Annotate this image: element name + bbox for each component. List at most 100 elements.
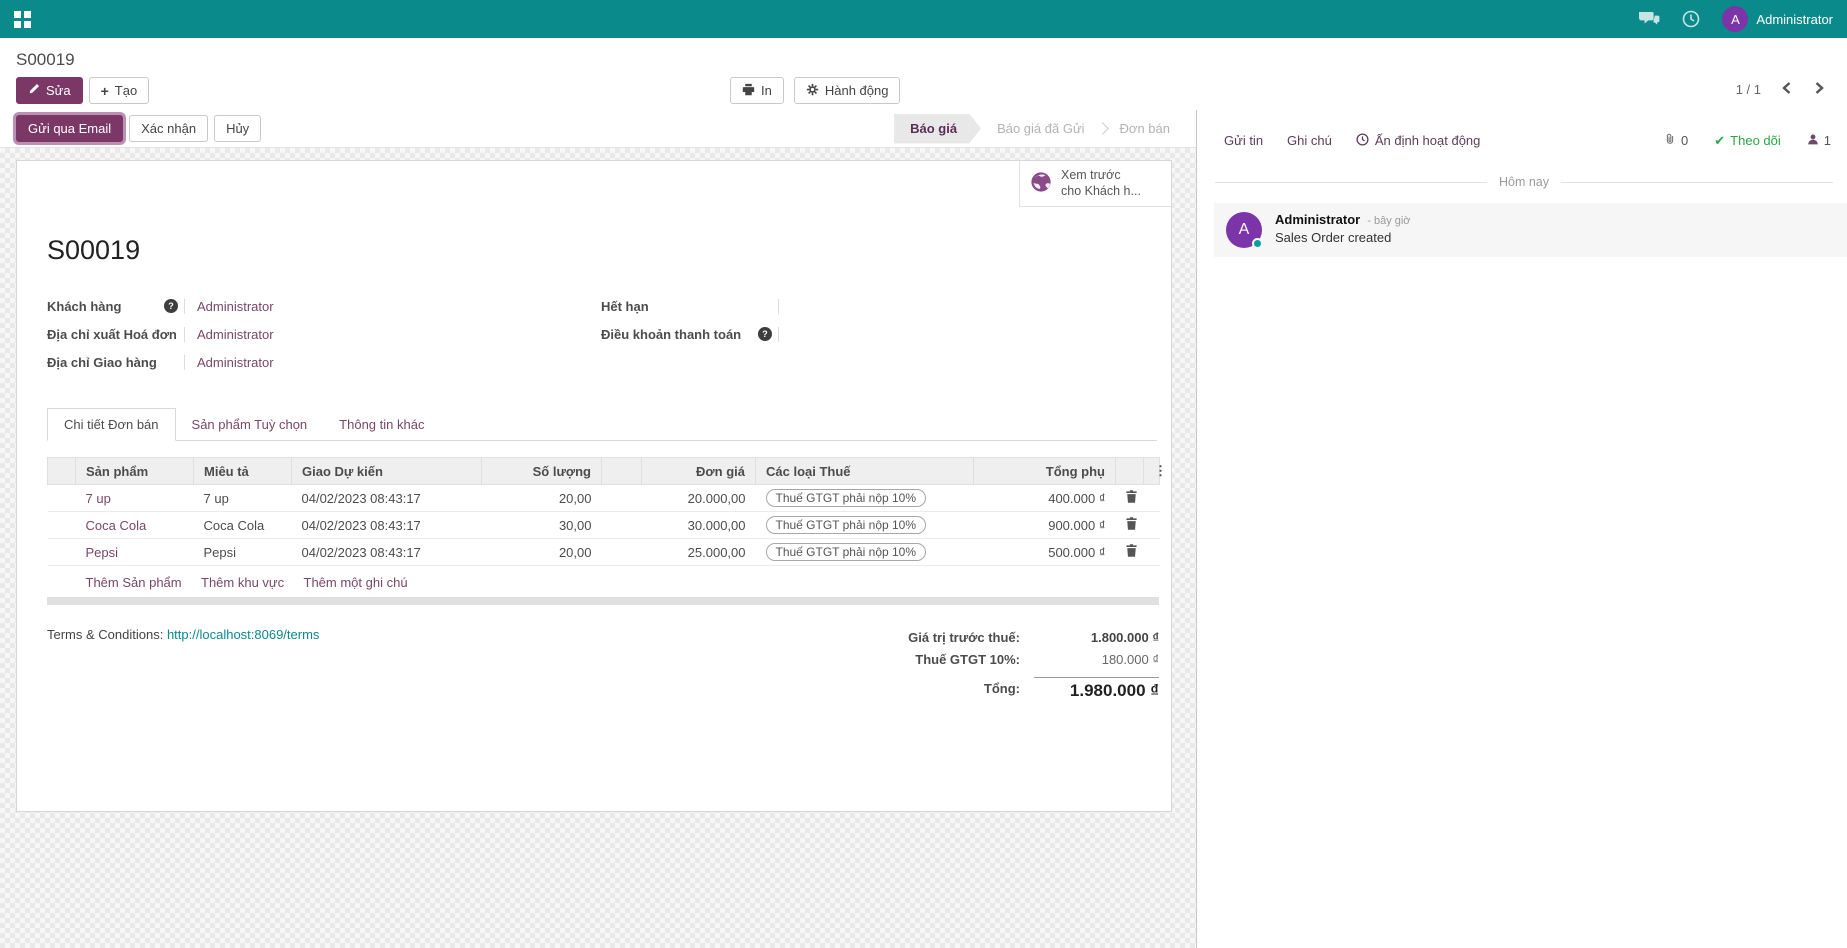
print-button[interactable]: In xyxy=(730,77,784,104)
activity-clock-icon xyxy=(1356,133,1369,149)
tab-optional-products[interactable]: Sản phẩm Tuỳ chọn xyxy=(176,409,324,440)
stage-pipeline: Báo giá Báo giá đã Gửi Đơn bán xyxy=(894,114,1186,144)
stage-quotation[interactable]: Báo giá xyxy=(894,114,981,144)
tax-badge: Thuế GTGT phải nộp 10% xyxy=(766,489,927,507)
odoo-sales-order-screen: A Administrator S00019 Sửa + Tạo In xyxy=(0,0,1847,948)
tax-badge: Thuế GTGT phải nộp 10% xyxy=(766,516,927,534)
chatter-panel: Gửi tin Ghi chú Ấn định hoạt động 0 ✔ Th… xyxy=(1196,110,1847,948)
product-link[interactable]: Pepsi xyxy=(86,545,119,560)
send-message-button[interactable]: Gửi tin xyxy=(1224,133,1263,148)
stage-quotation-sent[interactable]: Báo giá đã Gửi xyxy=(981,114,1100,144)
paperclip-icon xyxy=(1664,132,1676,149)
action-button[interactable]: Hành động xyxy=(794,77,901,104)
add-product-link[interactable]: Thêm Sản phẩm xyxy=(86,575,182,590)
pager-previous-icon[interactable] xyxy=(1781,81,1792,98)
edit-button[interactable]: Sửa xyxy=(16,77,83,104)
invoice-address-link[interactable]: Administrator xyxy=(185,327,274,342)
pager-next-icon[interactable] xyxy=(1814,81,1825,98)
order-line-row[interactable]: Coca Cola Coca Cola 04/02/2023 08:43:17 … xyxy=(48,512,1160,539)
product-link[interactable]: Coca Cola xyxy=(86,518,147,533)
create-button[interactable]: + Tạo xyxy=(89,77,150,104)
add-section-link[interactable]: Thêm khu vực xyxy=(201,575,284,590)
total-label: Tổng: xyxy=(829,681,1034,696)
avatar-initial: A xyxy=(1731,12,1740,27)
user-avatar: A xyxy=(1722,6,1748,32)
message-author: Administrator xyxy=(1275,212,1360,227)
tab-order-lines[interactable]: Chi tiết Đơn bán xyxy=(47,408,176,441)
field-delivery-address: Địa chỉ Giao hàng Administrator xyxy=(47,348,601,376)
globe-icon xyxy=(1030,171,1052,196)
tab-other-info[interactable]: Thông tin khác xyxy=(323,409,440,440)
cancel-button[interactable]: Hủy xyxy=(214,115,261,142)
help-icon: ? xyxy=(758,327,772,341)
order-line-row[interactable]: 7 up 7 up 04/02/2023 08:43:17 20,00 20.0… xyxy=(48,485,1160,512)
statusbar: Gửi qua Email Xác nhận Hủy Báo giá Báo g… xyxy=(0,110,1196,148)
order-title: S00019 xyxy=(47,235,1157,266)
notebook-tabs: Chi tiết Đơn bán Sản phẩm Tuỳ chọn Thông… xyxy=(47,408,1157,441)
col-taxes: Các loại Thuế xyxy=(756,458,974,485)
form-background: Xem trước cho Khách h... S00019 Khách hà… xyxy=(0,148,1196,948)
log-note-button[interactable]: Ghi chú xyxy=(1287,133,1332,148)
col-uom xyxy=(602,458,642,485)
send-by-email-button[interactable]: Gửi qua Email xyxy=(16,115,123,142)
delete-line-icon[interactable] xyxy=(1116,539,1144,566)
add-note-link[interactable]: Thêm một ghi chú xyxy=(304,575,408,590)
delivery-address-link[interactable]: Administrator xyxy=(185,355,274,370)
order-line-row[interactable]: Pepsi Pepsi 04/02/2023 08:43:17 20,00 25… xyxy=(48,539,1160,566)
optional-columns-icon[interactable]: ⋮ xyxy=(1144,458,1160,485)
terms-link[interactable]: http://localhost:8069/terms xyxy=(167,627,319,642)
schedule-activity-button[interactable]: Ấn định hoạt động xyxy=(1356,133,1481,149)
message-body: Sales Order created xyxy=(1275,230,1411,245)
product-link[interactable]: 7 up xyxy=(86,491,111,506)
tax-amount-label: Thuế GTGT 10%: xyxy=(829,652,1034,667)
plus-icon: + xyxy=(101,84,109,98)
user-name: Administrator xyxy=(1756,12,1833,27)
breadcrumb: S00019 xyxy=(16,50,75,70)
customer-link[interactable]: Administrator xyxy=(185,299,274,314)
col-product: Sản phẩm xyxy=(76,458,194,485)
col-qty: Số lượng xyxy=(482,458,602,485)
date-divider: Hôm nay xyxy=(1215,175,1833,189)
pencil-icon xyxy=(28,83,40,98)
field-payment-terms: Điều khoản thanh toán? xyxy=(601,320,1157,348)
help-icon: ? xyxy=(164,299,178,313)
message-time: - bây giờ xyxy=(1367,215,1410,227)
terms-and-conditions: Terms & Conditions: http://localhost:806… xyxy=(47,627,319,704)
stage-sales-order[interactable]: Đơn bán xyxy=(1104,114,1186,144)
apps-menu-icon[interactable] xyxy=(14,11,31,28)
delete-line-icon[interactable] xyxy=(1116,485,1144,512)
table-horizontal-scrollbar[interactable] xyxy=(47,597,1159,605)
pager-value[interactable]: 1 / 1 xyxy=(1736,82,1761,97)
customer-preview-button[interactable]: Xem trước cho Khách h... xyxy=(1019,161,1171,207)
col-subtotal: Tổng phụ xyxy=(974,458,1116,485)
confirm-button[interactable]: Xác nhận xyxy=(129,115,208,142)
untaxed-amount-label: Giá trị trước thuế: xyxy=(829,630,1034,645)
col-unit-price: Đơn giá xyxy=(642,458,756,485)
field-invoice-address: Địa chỉ xuất Hoá đơn Administrator xyxy=(47,320,601,348)
sales-order-sheet: Xem trước cho Khách h... S00019 Khách hà… xyxy=(16,160,1172,812)
col-delete xyxy=(1116,458,1144,485)
followers-button[interactable]: 1 xyxy=(1807,133,1831,149)
user-menu[interactable]: A Administrator xyxy=(1722,6,1833,32)
delete-line-icon[interactable] xyxy=(1116,512,1144,539)
attachment-count: 0 xyxy=(1681,133,1688,148)
chatter-message[interactable]: A Administrator - bây giờ Sales Order cr… xyxy=(1214,203,1847,257)
follower-count: 1 xyxy=(1824,133,1831,148)
gear-icon xyxy=(806,83,819,99)
printer-icon xyxy=(742,83,755,99)
table-header-row: Sản phẩm Miêu tả Giao Dự kiến Số lượng Đ… xyxy=(48,458,1160,485)
handle-column-header xyxy=(48,458,76,485)
untaxed-amount-value: 1.800.000 ₫ xyxy=(1034,630,1159,645)
top-navbar: A Administrator xyxy=(0,0,1847,38)
tax-badge: Thuế GTGT phải nộp 10% xyxy=(766,543,927,561)
activities-clock-icon[interactable] xyxy=(1682,10,1700,28)
totals-block: Giá trị trước thuế: 1.800.000 ₫ Thuế GTG… xyxy=(829,627,1159,704)
following-button[interactable]: ✔ Theo dõi xyxy=(1714,133,1781,149)
order-lines-table: Sản phẩm Miêu tả Giao Dự kiến Số lượng Đ… xyxy=(47,457,1160,593)
field-customer: Khách hàng? Administrator xyxy=(47,292,601,320)
attachments-button[interactable]: 0 xyxy=(1664,132,1688,149)
control-panel: S00019 Sửa + Tạo In Hành động 1 / 1 xyxy=(0,38,1847,110)
messages-icon[interactable] xyxy=(1639,11,1660,28)
online-status-dot xyxy=(1252,238,1263,249)
message-avatar: A xyxy=(1226,212,1262,248)
